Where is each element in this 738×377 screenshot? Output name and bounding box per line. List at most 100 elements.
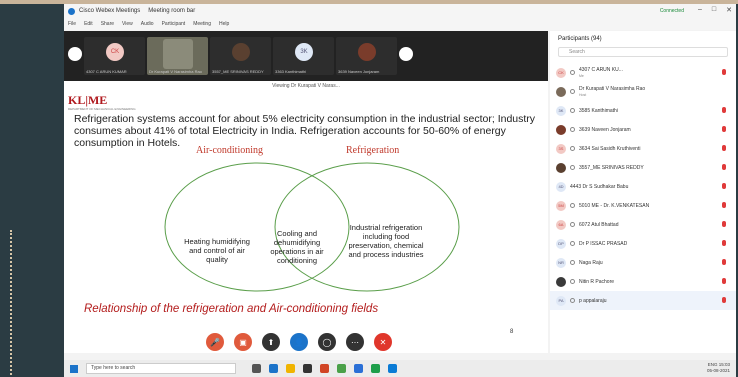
dotted-divider: [10, 230, 12, 375]
menu-share[interactable]: Share: [101, 21, 114, 27]
participant-name: 3557_ME SRINIVAS REDDY: [579, 164, 644, 171]
mic-muted-icon: [722, 297, 726, 303]
windows-start-icon[interactable]: [70, 364, 78, 373]
avatar: PA: [556, 295, 566, 306]
participants-header: Participants (94): [558, 36, 602, 42]
list-item[interactable]: PA p appalaraju: [550, 291, 736, 310]
list-item[interactable]: Nitin R Pachore: [550, 272, 736, 291]
status-icon: [570, 108, 575, 113]
list-item[interactable]: CK 4307 C ARUN KU... Me: [550, 63, 736, 82]
avatar: 6A: [556, 219, 566, 230]
leave-meeting-button[interactable]: ✕: [374, 333, 392, 351]
file-explorer-icon[interactable]: [286, 364, 295, 373]
close-button[interactable]: ✕: [726, 6, 732, 14]
menu-audio[interactable]: Audio: [141, 21, 154, 27]
language-indicator[interactable]: ENG: [708, 362, 718, 367]
list-item[interactable]: 3K 3585 Kanthimathi: [550, 101, 736, 120]
status-icon: [570, 127, 575, 132]
menu-edit[interactable]: Edit: [84, 21, 93, 27]
status-icon: [570, 89, 575, 94]
venn-left-text: Heating humidifying and control of air q…: [184, 237, 250, 264]
sharing-notice: Viewing Dr Kurapati V Naras...: [64, 81, 548, 91]
participant-search-input[interactable]: Search: [558, 47, 728, 57]
avatar: 3S: [556, 143, 566, 154]
list-item[interactable]: 3557_ME SRINIVAS REDDY: [550, 158, 736, 177]
office-icon[interactable]: [320, 364, 329, 373]
more-options-button[interactable]: ⋯: [346, 333, 364, 351]
mic-muted-icon: [722, 69, 726, 75]
stop-video-button[interactable]: ▣: [234, 333, 252, 351]
mic-muted-icon: [722, 126, 726, 132]
list-item[interactable]: 4D 4443 Dr S Sudhakar Babu: [550, 177, 736, 196]
excel-icon[interactable]: [371, 364, 380, 373]
participant-role: Me: [579, 73, 584, 78]
participants-panel: Participants (94) Search CK 4307 C ARUN K…: [550, 31, 736, 353]
clock-date[interactable]: 05-08-2021: [707, 368, 730, 373]
list-item[interactable]: NR Naga Raju: [550, 253, 736, 272]
edge-icon[interactable]: [269, 364, 278, 373]
window-controls: – □ ✕: [698, 6, 732, 14]
participant-name: p appalaraju: [579, 297, 607, 304]
status-icon: [570, 279, 575, 284]
menu-file[interactable]: File: [68, 21, 76, 27]
mic-muted-icon: [722, 183, 726, 189]
participant-role: Host: [579, 92, 587, 97]
list-item[interactable]: 6A 6072 Atul Bhattad: [550, 215, 736, 234]
chrome-icon[interactable]: [337, 364, 346, 373]
status-icon: [570, 222, 575, 227]
participant-name: 3634 Sai Sasidh Kruthiventi: [579, 145, 641, 152]
thumbnail-name: 4307 C ARUN KUMAR: [86, 69, 127, 74]
webex-taskbar-icon[interactable]: [388, 364, 397, 373]
mic-muted-icon: [722, 164, 726, 170]
mic-muted-icon: [722, 145, 726, 151]
app-title: Cisco Webex Meetings: [79, 8, 141, 14]
video-thumbnail[interactable]: CK 4307 C ARUN KUMAR: [84, 37, 145, 75]
task-view-icon[interactable]: [252, 364, 261, 373]
next-thumbnails-button[interactable]: [399, 47, 413, 61]
clock-time[interactable]: 15:03: [719, 362, 730, 367]
list-item[interactable]: Dr Kurapati V Narasimha Rao Host: [550, 82, 736, 101]
avatar: CK: [106, 43, 124, 61]
mic-muted-icon: [722, 259, 726, 265]
status-icon: [570, 260, 575, 265]
participant-name: Nitin R Pachore: [579, 278, 615, 285]
list-item[interactable]: 3639 Naveen Jonjaram: [550, 120, 736, 139]
word-icon[interactable]: [354, 364, 363, 373]
meeting-stage: CK 4307 C ARUN KUMAR Dr Kurapati V Naras…: [64, 31, 548, 353]
department-text: DEPARTMENT OF MECHANICAL ENGINEERING: [68, 107, 136, 111]
minimize-button[interactable]: –: [698, 6, 702, 14]
shared-slide: KL|ME DEPARTMENT OF MECHANICAL ENGINEERI…: [64, 91, 548, 353]
taskbar-search-input[interactable]: Type here to search: [86, 363, 236, 374]
video-thumbnail[interactable]: Dr Kurapati V Narasimha Rao: [147, 37, 208, 75]
participant-name: 3639 Naveen Jonjaram: [579, 126, 631, 133]
chat-button[interactable]: ◯: [318, 333, 336, 351]
avatar: NR: [556, 257, 566, 268]
mic-muted-icon: [722, 221, 726, 227]
participant-name: 6072 Atul Bhattad: [579, 221, 619, 228]
menu-meeting[interactable]: Meeting: [193, 21, 211, 27]
menu-help[interactable]: Help: [219, 21, 229, 27]
list-item[interactable]: 3S 3634 Sai Sasidh Kruthiventi: [550, 139, 736, 158]
mute-button[interactable]: 🎤: [206, 333, 224, 351]
menu-bar: File Edit Share View Audio Participant M…: [64, 18, 736, 30]
avatar: 4D: [556, 181, 566, 192]
mic-muted-icon: [722, 107, 726, 113]
video-thumbnail[interactable]: 3639 Naveen Jonjaram: [336, 37, 397, 75]
store-icon[interactable]: [303, 364, 312, 373]
connection-status: Connected: [659, 8, 684, 14]
avatar: [163, 39, 193, 69]
menu-view[interactable]: View: [122, 21, 133, 27]
menu-participant[interactable]: Participant: [162, 21, 186, 27]
participants-button[interactable]: 👤: [290, 333, 308, 351]
video-thumbnail[interactable]: 3K 3363 Kanthimathi: [273, 37, 334, 75]
status-icon: [570, 241, 575, 246]
list-item[interactable]: 5M 5010 ME - Dr. K.VENKATESAN: [550, 196, 736, 215]
mic-muted-icon: [722, 278, 726, 284]
avatar: 3K: [295, 43, 313, 61]
share-button[interactable]: ⬆: [262, 333, 280, 351]
maximize-button[interactable]: □: [712, 6, 716, 14]
prev-thumbnails-button[interactable]: [68, 47, 82, 61]
list-item[interactable]: DP Dr P ISSAC PRASAD: [550, 234, 736, 253]
video-thumbnail[interactable]: 3557_ME SRINIVAS REDDY: [210, 37, 271, 75]
webex-logo-icon: [68, 7, 75, 15]
